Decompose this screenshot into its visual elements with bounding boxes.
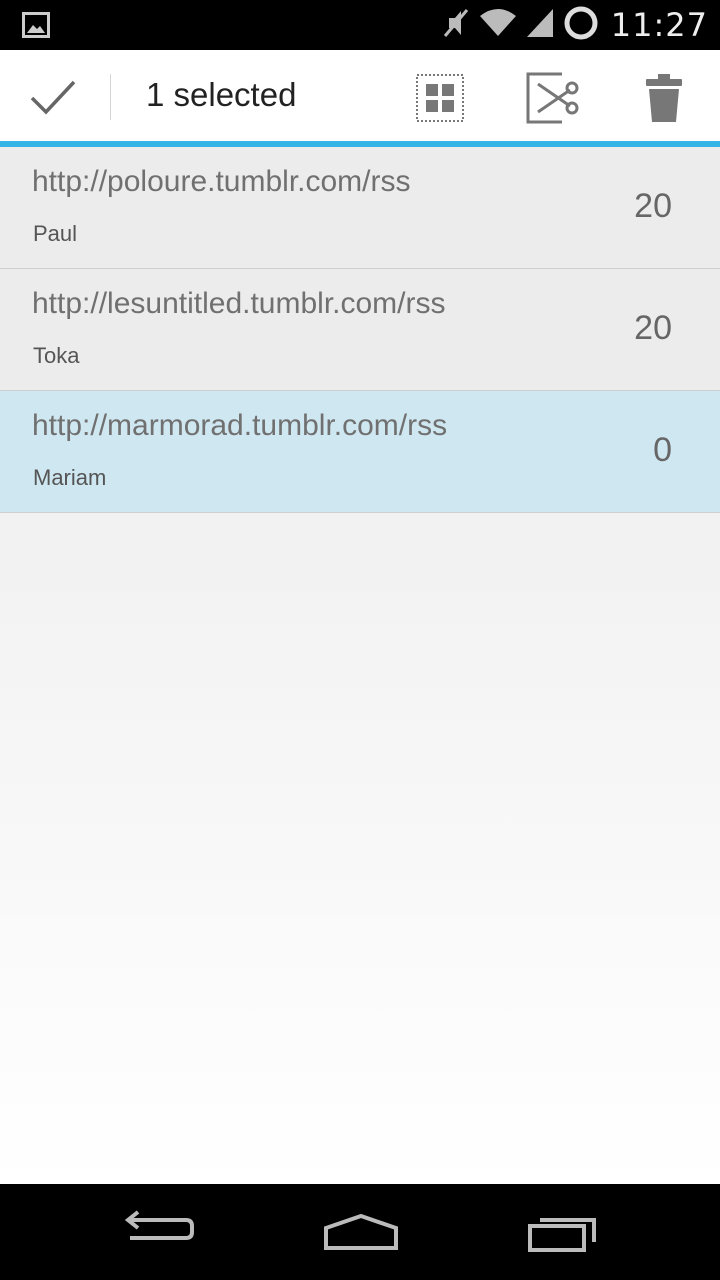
- feed-row[interactable]: http://poloure.tumblr.com/rss Paul 20: [0, 147, 720, 269]
- cut-button[interactable]: [524, 70, 580, 126]
- recent-apps-icon: [518, 1218, 608, 1258]
- signal-icon: [525, 7, 555, 43]
- navigation-bar: [0, 1184, 720, 1280]
- delete-button[interactable]: [636, 70, 692, 126]
- gallery-icon: [22, 12, 50, 42]
- home-icon: [316, 1213, 406, 1258]
- feed-row-selected[interactable]: http://marmorad.tumblr.com/rss Mariam 0: [0, 391, 720, 513]
- cut-icon: [524, 72, 580, 130]
- trash-icon: [636, 74, 692, 130]
- status-bar: 11:27: [0, 0, 720, 50]
- home-button[interactable]: [316, 1210, 406, 1254]
- clock: 11:27: [610, 6, 708, 44]
- feed-author: Toka: [33, 343, 80, 368]
- selection-count-title: 1 selected: [146, 76, 297, 113]
- feed-author: Mariam: [33, 465, 107, 490]
- feed-url: http://marmorad.tumblr.com/rss: [32, 409, 448, 442]
- back-button[interactable]: [116, 1210, 206, 1254]
- feed-row[interactable]: http://lesuntitled.tumblr.com/rss Toka 2…: [0, 269, 720, 391]
- back-icon: [116, 1210, 206, 1258]
- feed-list[interactable]: http://poloure.tumblr.com/rss Paul 20 ht…: [0, 147, 720, 1184]
- feed-url: http://poloure.tumblr.com/rss: [32, 165, 411, 198]
- status-icons: 11:27: [441, 0, 708, 50]
- recent-apps-button[interactable]: [518, 1210, 608, 1254]
- checkmark-icon: [24, 80, 82, 126]
- action-bar-divider: [110, 74, 111, 120]
- battery-icon: [563, 5, 599, 45]
- select-all-icon: [412, 74, 468, 130]
- contextual-action-bar: 1 selected: [0, 50, 720, 141]
- select-all-button[interactable]: [412, 70, 468, 126]
- feed-count: 20: [634, 187, 672, 225]
- feed-count: 0: [653, 431, 672, 469]
- done-button[interactable]: [24, 72, 82, 122]
- feed-url: http://lesuntitled.tumblr.com/rss: [32, 287, 446, 320]
- mute-icon: [441, 6, 471, 44]
- feed-author: Paul: [33, 221, 78, 246]
- feed-count: 20: [634, 309, 672, 347]
- wifi-icon: [479, 8, 517, 42]
